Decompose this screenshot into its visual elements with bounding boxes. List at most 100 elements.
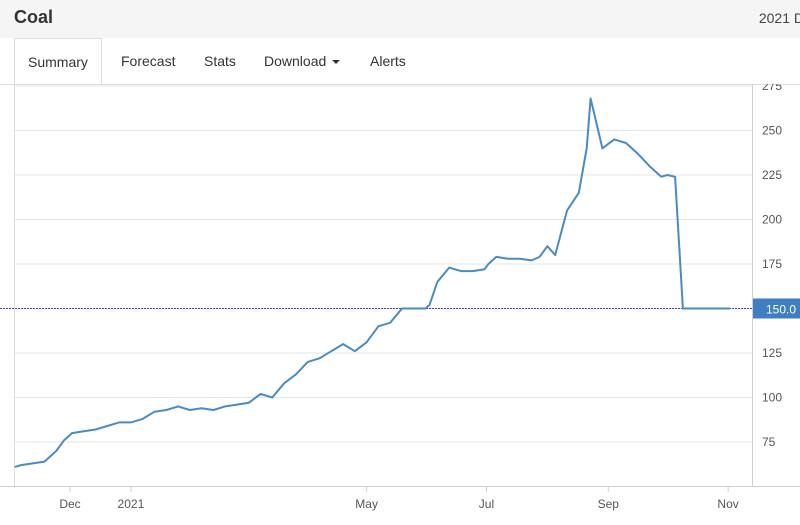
y-tick-label: 175 (762, 257, 782, 271)
data-point (43, 460, 46, 463)
x-tick-label: Jul (479, 497, 494, 511)
data-point (717, 307, 719, 310)
price-chart: 75 100 125 175 200 225 250 275 Dec 2021 May Jul Sep N… (0, 84, 800, 511)
tab-summary[interactable]: Summary (14, 38, 102, 84)
y-tick-label: 250 (762, 124, 782, 138)
data-point (709, 307, 712, 310)
header-bar: Coal 2021 D (0, 0, 800, 39)
data-point (729, 307, 731, 310)
data-point (519, 258, 521, 260)
data-point (212, 409, 215, 411)
data-point (586, 147, 588, 149)
y-tick-label: 200 (762, 213, 782, 227)
data-point (448, 266, 450, 269)
y-tick-label: 225 (762, 168, 782, 182)
data-point (189, 409, 191, 411)
data-point (153, 411, 156, 413)
data-point (436, 281, 438, 283)
data-point (283, 382, 285, 384)
data-point (307, 361, 309, 363)
tab-summary-label: Summary (28, 54, 88, 70)
tab-stats[interactable]: Stats (204, 38, 236, 84)
data-point (554, 254, 556, 256)
data-point (660, 176, 662, 178)
data-point (531, 259, 533, 262)
data-point (424, 307, 427, 310)
data-point (118, 421, 120, 424)
y-tick-label: 275 (762, 84, 782, 93)
data-point (578, 192, 580, 194)
tab-alerts-label: Alerts (370, 53, 406, 69)
header-date-label: 2021 D (758, 10, 800, 26)
data-point (688, 307, 690, 310)
data-point (625, 142, 627, 144)
tab-forecast[interactable]: Forecast (121, 38, 175, 84)
y-tick-label: 125 (762, 346, 782, 360)
y-tick-label: 75 (762, 435, 776, 449)
data-point (295, 373, 297, 375)
data-point (389, 322, 391, 324)
tab-stats-label: Stats (204, 53, 236, 69)
data-point (318, 357, 321, 359)
data-point (648, 165, 651, 167)
data-point (507, 258, 509, 260)
data-point (177, 405, 179, 407)
data-point (71, 432, 73, 434)
data-point (656, 172, 658, 174)
tab-download[interactable]: Download (264, 38, 341, 84)
data-point (538, 256, 541, 258)
x-tick-label: Sep (598, 497, 620, 511)
data-point (613, 138, 615, 140)
tab-alerts[interactable]: Alerts (370, 38, 406, 84)
tab-bar: Summary Forecast Stats Download Alerts (0, 38, 800, 85)
data-point (637, 153, 639, 155)
series-line (14, 97, 731, 468)
data-point (354, 350, 356, 352)
data-point (55, 450, 57, 452)
data-point (495, 256, 497, 258)
data-point (483, 268, 486, 270)
data-point (401, 307, 403, 310)
data-point (271, 396, 273, 399)
data-point (32, 462, 34, 464)
x-tick-label: Dec (59, 497, 80, 511)
page-title: Coal (14, 7, 54, 27)
data-point (589, 97, 592, 100)
data-point (94, 428, 97, 431)
data-point (259, 393, 262, 395)
data-point (224, 405, 226, 407)
y-tick-label: 100 (762, 391, 782, 405)
data-point (63, 439, 65, 441)
data-point (377, 325, 380, 327)
data-point (682, 307, 684, 310)
data-point (142, 418, 144, 420)
tab-download-label: Download (264, 53, 327, 69)
data-point (106, 425, 108, 427)
data-point (701, 307, 704, 310)
data-point (83, 430, 85, 432)
data-point (666, 174, 668, 176)
data-point (566, 210, 568, 212)
data-point (342, 343, 344, 345)
data-point (696, 307, 698, 310)
data-point (130, 421, 132, 424)
data-point (472, 270, 474, 272)
data-point (20, 464, 22, 466)
data-point (601, 147, 603, 149)
data-point (428, 304, 431, 306)
data-point (201, 407, 203, 409)
x-tick-label: 2021 (118, 497, 145, 511)
x-tick-label: Nov (717, 497, 738, 511)
data-point (674, 176, 676, 178)
chevron-down-icon (332, 60, 341, 65)
data-point (236, 404, 238, 406)
x-tick-label: May (355, 497, 378, 511)
data-point (460, 270, 462, 272)
data-point (413, 307, 415, 310)
data-point (14, 466, 16, 468)
tab-forecast-label: Forecast (121, 53, 176, 69)
data-point (330, 350, 332, 352)
data-point (248, 402, 250, 404)
current-value-label: 150.0 (766, 303, 796, 317)
data-point (546, 245, 548, 247)
